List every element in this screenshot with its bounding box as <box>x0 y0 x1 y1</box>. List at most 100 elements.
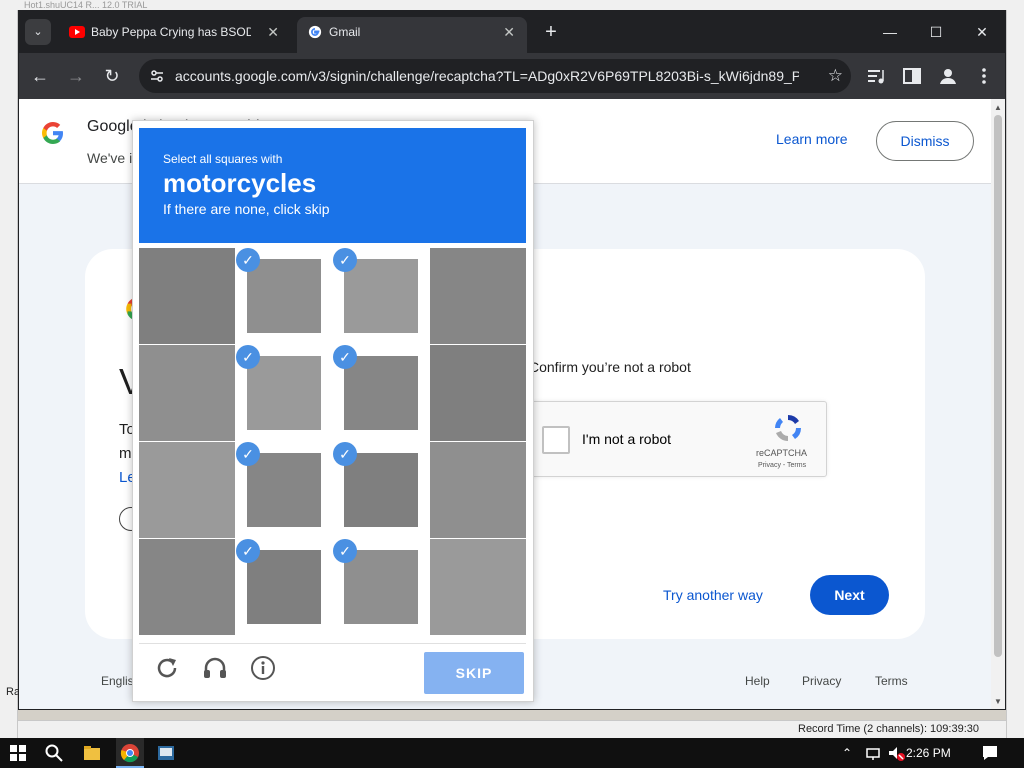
close-tab-icon[interactable]: ✕ <box>503 17 515 47</box>
volume-muted-icon[interactable] <box>886 743 906 763</box>
tile-selected-check-icon: ✓ <box>333 442 357 466</box>
challenge-hint: If there are none, click skip <box>163 201 330 217</box>
challenge-tile[interactable]: ✓ <box>236 442 332 538</box>
language-selector[interactable]: Englis <box>101 674 134 688</box>
recaptcha-challenge-popup: Select all squares with motorcycles If t… <box>132 120 534 702</box>
tile-image <box>247 453 321 527</box>
challenge-tile[interactable] <box>430 442 526 538</box>
info-icon[interactable] <box>249 654 277 682</box>
challenge-header: Select all squares with motorcycles If t… <box>139 128 526 243</box>
back-button[interactable]: ← <box>27 63 53 89</box>
recorder-app-icon[interactable] <box>156 743 176 763</box>
tile-image <box>247 356 321 430</box>
scroll-up-icon[interactable]: ▲ <box>994 103 1002 112</box>
file-explorer-icon[interactable] <box>82 743 102 763</box>
challenge-instruction: Select all squares with <box>163 152 283 166</box>
browser-toolbar: ← → ↻ accounts.google.com/v3/signin/chal… <box>19 53 1005 99</box>
skip-button[interactable]: SKIP <box>424 652 524 694</box>
reload-challenge-icon[interactable] <box>153 654 181 682</box>
challenge-tile[interactable]: ✓ <box>333 248 429 344</box>
record-time-status: Record Time (2 channels): 109:39:30 <box>798 723 979 735</box>
challenge-tile[interactable]: ✓ <box>333 345 429 441</box>
tile-selected-check-icon: ✓ <box>333 248 357 272</box>
address-bar[interactable]: accounts.google.com/v3/signin/challenge/… <box>139 59 851 93</box>
challenge-tile[interactable] <box>139 442 235 538</box>
challenge-tile[interactable] <box>430 345 526 441</box>
notifications-icon[interactable] <box>980 743 1000 763</box>
challenge-tile[interactable]: ✓ <box>236 539 332 635</box>
tile-image <box>247 550 321 624</box>
tile-image <box>430 345 526 441</box>
bookmark-star-icon[interactable]: ☆ <box>828 59 843 93</box>
tile-image <box>344 453 418 527</box>
search-icon[interactable] <box>44 743 64 763</box>
youtube-icon <box>69 26 85 38</box>
google-icon <box>308 25 322 39</box>
minimize-button[interactable]: — <box>875 19 905 45</box>
close-window-button[interactable]: ✕ <box>967 19 997 45</box>
taskbar-clock[interactable]: 2:26 PM <box>906 738 951 768</box>
recaptcha-brand: reCAPTCHA <box>756 448 808 458</box>
tile-image <box>344 259 418 333</box>
tile-image <box>344 550 418 624</box>
start-icon[interactable] <box>8 743 28 763</box>
tile-selected-check-icon: ✓ <box>333 539 357 563</box>
media-control-icon[interactable] <box>865 65 887 87</box>
show-hidden-icons-icon[interactable]: ⌃ <box>842 738 852 768</box>
profile-icon[interactable] <box>937 65 959 87</box>
recaptcha-widget: I'm not a robot reCAPTCHA Privacy - Term… <box>529 401 827 477</box>
challenge-tile[interactable] <box>139 345 235 441</box>
background-app-left-panel <box>0 10 18 738</box>
tile-selected-check-icon: ✓ <box>236 345 260 369</box>
challenge-tile[interactable] <box>139 539 235 635</box>
not-robot-label: I'm not a robot <box>582 431 672 447</box>
scroll-down-icon[interactable]: ▼ <box>994 697 1002 706</box>
scrollbar-thumb[interactable] <box>994 115 1002 657</box>
url-text: accounts.google.com/v3/signin/challenge/… <box>175 68 799 84</box>
challenge-tile[interactable] <box>430 539 526 635</box>
help-link[interactable]: Help <box>745 674 770 688</box>
page-scrollbar[interactable]: ▲ ▼ <box>991 99 1005 709</box>
background-app-status-bar: Record Time (2 channels): 109:39:30 <box>18 720 1006 738</box>
privacy-link[interactable]: Privacy <box>802 674 841 688</box>
next-button[interactable]: Next <box>810 575 889 615</box>
menu-kebab-icon[interactable] <box>973 65 995 87</box>
banner-subtitle: We've i <box>87 150 133 166</box>
site-info-icon[interactable] <box>149 68 165 84</box>
challenge-tile[interactable]: ✓ <box>236 345 332 441</box>
challenge-tile[interactable]: ✓ <box>236 248 332 344</box>
tile-image <box>430 442 526 538</box>
terms-link[interactable]: Terms <box>875 674 908 688</box>
tab-gmail[interactable]: Gmail ✕ <box>297 17 527 53</box>
tab-youtube[interactable]: Baby Peppa Crying has BSOD - ✕ <box>59 17 291 53</box>
challenge-tile[interactable]: ✓ <box>333 442 429 538</box>
signin-text-line: m <box>119 445 132 462</box>
tab-title: Baby Peppa Crying has BSOD - <box>91 25 251 39</box>
tile-selected-check-icon: ✓ <box>236 248 260 272</box>
try-another-way-link[interactable]: Try another way <box>663 587 763 603</box>
tile-image <box>139 345 235 441</box>
forward-button[interactable]: → <box>63 63 89 89</box>
side-panel-icon[interactable] <box>901 65 923 87</box>
network-icon[interactable] <box>864 743 884 763</box>
learn-more-link[interactable]: Learn more <box>776 131 848 147</box>
close-tab-icon[interactable]: ✕ <box>267 17 279 47</box>
recaptcha-logo-icon <box>775 414 802 441</box>
chrome-icon[interactable] <box>120 743 140 763</box>
tab-search-button[interactable]: ⌄ <box>25 19 51 45</box>
recaptcha-terms[interactable]: Privacy - Terms <box>758 462 806 469</box>
challenge-tile[interactable] <box>139 248 235 344</box>
challenge-tile[interactable]: ✓ <box>333 539 429 635</box>
challenge-footer: SKIP <box>139 643 526 699</box>
audio-challenge-icon[interactable] <box>201 654 229 682</box>
tile-image <box>430 248 526 344</box>
background-app-title: Hot1.shuUC14 R... 12.0 TRIAL <box>0 0 1024 10</box>
maximize-button[interactable]: ☐ <box>921 19 951 45</box>
reload-button[interactable]: ↻ <box>99 63 125 89</box>
dismiss-button[interactable]: Dismiss <box>876 121 974 161</box>
not-robot-checkbox[interactable] <box>542 426 570 454</box>
challenge-tile[interactable] <box>430 248 526 344</box>
new-tab-button[interactable]: + <box>539 20 563 44</box>
tile-image <box>247 259 321 333</box>
tile-image <box>344 356 418 430</box>
